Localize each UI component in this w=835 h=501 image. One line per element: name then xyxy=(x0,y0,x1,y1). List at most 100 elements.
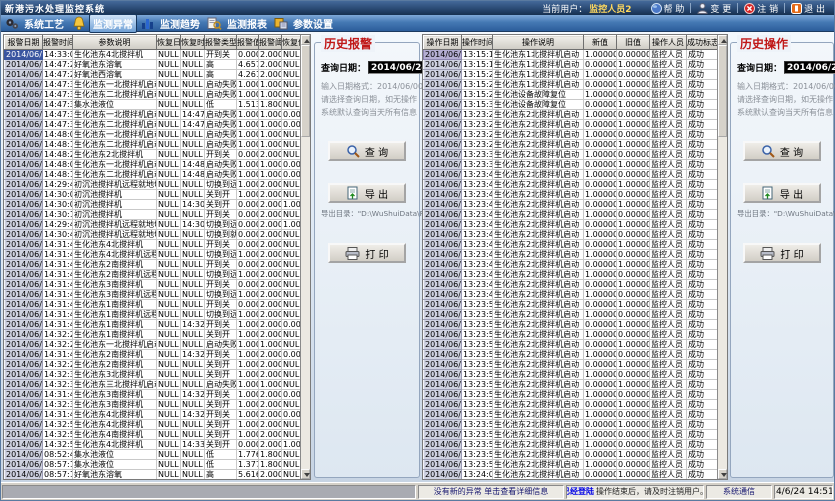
table-row[interactable]: 2014/06/2414:30:48初沉池搅拌机远程就地切换NULLNULL切换… xyxy=(5,230,301,240)
table-row[interactable]: 2014/06/2414:47:29好氧池西溶氧NULLNULL高4.26172… xyxy=(5,70,301,80)
alarm-query-date-input[interactable] xyxy=(368,61,428,74)
menu-item-monitor-trend[interactable]: 监测趋势 xyxy=(141,15,203,32)
table-row[interactable]: 2014/06/2413:23:43生化池东2北搅拌机启动1.0000000.0… xyxy=(424,210,718,220)
table-row[interactable]: 2014/06/2414:30:15初沉池搅拌机NULLNULL开到关0.000… xyxy=(5,210,301,220)
table-row[interactable]: 2014/06/2413:24:00生化池东2北搅拌机启动0.0000001.0… xyxy=(424,470,718,480)
logout-button[interactable]: 注 销 xyxy=(739,2,783,15)
help-button[interactable]: 帮 助 xyxy=(646,2,690,15)
column-header[interactable]: 新值 xyxy=(584,36,617,50)
scrollbar-thumb[interactable] xyxy=(718,45,727,137)
table-row[interactable]: 2014/06/2413:23:44生化池东2北搅拌机启动0.0000001.0… xyxy=(424,260,718,270)
column-header[interactable]: 成功标志 xyxy=(687,36,718,50)
table-row[interactable]: 2014/06/2414:32:38生化池东3南搅拌机NULLNULL关到开1.… xyxy=(5,400,301,410)
table-row[interactable]: 2014/06/2413:23:42生化池东2北搅拌机启动1.0000000.0… xyxy=(424,190,718,200)
table-row[interactable]: 2014/06/2414:47:33生化池东二北搅拌机启动异常NULL14:47… xyxy=(5,120,301,130)
table-row[interactable]: 2014/06/2413:23:55生化池东2北搅拌机启动1.0000000.0… xyxy=(424,370,718,380)
table-row[interactable]: 2014/06/2414:32:30生化池东3北搅拌机NULLNULL关到开1.… xyxy=(5,370,301,380)
column-header[interactable]: 恢复日期 xyxy=(157,36,181,50)
table-row[interactable]: 2014/06/2413:23:52生化池东2北搅拌机启动0.0000001.0… xyxy=(424,300,718,310)
table-row[interactable]: 2014/06/2414:47:28好氧池东溶氧NULLNULL高4.65782… xyxy=(5,60,301,70)
exit-button[interactable]: 退 出 xyxy=(786,2,830,15)
table-row[interactable]: 2014/06/2414:48:15生化池东二北搅拌机启动异常NULLNULL启… xyxy=(5,140,301,150)
table-row[interactable]: 2014/06/2414:47:30生化池东一北搅拌机启动异常NULLNULL启… xyxy=(5,80,301,90)
table-row[interactable]: 2014/06/2413:23:55生化池东2北搅拌机启动0.0000001.0… xyxy=(424,360,718,370)
table-row[interactable]: 2014/06/2414:31:47生化池东1南搅拌机NULL14:32:21开… xyxy=(5,320,301,330)
status-alarm-message[interactable]: 没有新的异常 单击查看详细信息 xyxy=(418,485,564,499)
table-row[interactable]: 2014/06/2413:23:37生化池东2北搅拌机启动0.0000001.0… xyxy=(424,160,718,170)
menu-item-monitor-report[interactable]: 监测报表 xyxy=(207,15,270,32)
table-row[interactable]: 2014/06/2413:23:56生化池东2北搅拌机启动1.0000000.0… xyxy=(424,430,718,440)
column-header[interactable]: 操作日期 xyxy=(424,36,462,50)
table-row[interactable]: 2014/06/2414:29:41初沉池搅拌机远程就地切换NULL14:30:… xyxy=(5,220,301,230)
table-row[interactable]: 2014/06/2414:48:04生化池东一北搅拌机启动异常NULL14:48… xyxy=(5,160,301,170)
table-row[interactable]: 2014/06/2413:23:37生化池东2北搅拌机启动1.0000000.0… xyxy=(424,150,718,160)
table-row[interactable]: 2014/06/2413:23:59生化池东2北搅拌机启动1.0000000.0… xyxy=(424,460,718,470)
table-row[interactable]: 2014/06/2413:23:55生化池东2北搅拌机启动1.0000000.0… xyxy=(424,350,718,360)
operation-print-button[interactable]: 打 印 xyxy=(743,243,821,263)
table-row[interactable]: 2014/06/2413:23:28生化池东2北搅拌机启动0.0000001.0… xyxy=(424,140,718,150)
menu-item-system-process[interactable]: 系统工艺 xyxy=(5,15,67,32)
table-row[interactable]: 2014/06/2414:32:27生化池东一北搅拌机启动异常NULLNULL启… xyxy=(5,340,301,350)
table-row[interactable]: 2014/06/2413:23:44生化池东2北搅拌机启动1.0000000.0… xyxy=(424,270,718,280)
table-row[interactable]: 2014/06/2413:23:55生化池东2北搅拌机启动0.0000001.0… xyxy=(424,340,718,350)
table-row[interactable]: 2014/06/2413:23:40生化池东2北搅拌机启动1.0000000.0… xyxy=(424,170,718,180)
table-row[interactable]: 2014/06/2414:29:41初沉池搅拌机远程就地切换NULLNULL切换… xyxy=(5,180,301,190)
table-row[interactable]: 2014/06/2414:31:45生化池东3南搅拌机NULL14:32:38开… xyxy=(5,390,301,400)
table-row[interactable]: 2014/06/2413:23:43生化池东2北搅拌机启动0.0000001.0… xyxy=(424,200,718,210)
column-header[interactable]: 报警值 xyxy=(237,36,259,50)
operation-export-button[interactable]: 导 出 xyxy=(743,183,821,203)
table-row[interactable]: 2014/06/2414:48:25生化池东2北搅拌机NULLNULL开到关0.… xyxy=(5,150,301,160)
table-row[interactable]: 2014/06/2413:23:44生化池东2北搅拌机启动1.0000000.0… xyxy=(424,230,718,240)
scrollbar-track[interactable] xyxy=(301,137,310,469)
column-header[interactable]: 操作人员 xyxy=(650,36,687,50)
column-header[interactable]: 报警时间 xyxy=(43,36,73,50)
table-row[interactable]: 2014/06/2413:23:45生化池东2北搅拌机启动0.0000001.0… xyxy=(424,280,718,290)
table-row[interactable]: 2014/06/2414:31:45生化池东3南搅拌机NULLNULL开到关0.… xyxy=(5,280,301,290)
table-row[interactable]: 2014/06/2414:30:08初沉池搅拌机NULL14:30:15关到开0… xyxy=(5,200,301,210)
table-row[interactable]: 2014/06/2414:30:08初沉池搅拌机NULLNULL关到开1.000… xyxy=(5,190,301,200)
alarm-print-button[interactable]: 打 印 xyxy=(328,243,406,263)
column-header[interactable]: 报警类型 xyxy=(205,36,237,50)
table-row[interactable]: 2014/06/2414:31:45生化池东2南搅拌机远程就地切换NULLNUL… xyxy=(5,270,301,280)
column-header[interactable]: 恢复值 xyxy=(282,36,301,50)
change-user-button[interactable]: 变 更 xyxy=(692,2,736,15)
table-row[interactable]: 2014/06/2413:23:56生化池东2北搅拌机启动1.0000000.0… xyxy=(424,390,718,400)
column-header[interactable]: 报警日期 xyxy=(5,36,43,50)
table-row[interactable]: 2014/06/2414:31:43生化池东4北搅拌机NULLNULL开到关0.… xyxy=(5,240,301,250)
table-row[interactable]: 2014/06/2414:48:15生化池东二北搅拌机启动异常NULL14:48… xyxy=(5,170,301,180)
column-header[interactable]: 操作说明 xyxy=(493,36,584,50)
table-row[interactable]: 2014/06/2413:23:44生化池东2北搅拌机启动1.0000000.0… xyxy=(424,250,718,260)
table-row[interactable]: 2014/06/2413:23:27生化池东2北搅拌机启动1.0000000.0… xyxy=(424,130,718,140)
table-row[interactable]: 2014/06/2413:23:54生化池东2北搅拌机启动0.0000001.0… xyxy=(424,320,718,330)
table-row[interactable]: 2014/06/2413:23:57生化池东2北搅拌机启动1.0000000.0… xyxy=(424,440,718,450)
operation-table-scrollbar[interactable] xyxy=(717,35,727,479)
table-row[interactable]: 2014/06/2414:31:45生化池东2南搅拌机NULLNULL开到关0.… xyxy=(5,260,301,270)
table-row[interactable]: 2014/06/2414:48:04生化池东一北搅拌机启动异常NULLNULL启… xyxy=(5,130,301,140)
scroll-down-icon[interactable] xyxy=(718,469,727,479)
table-row[interactable]: 2014/06/2413:15:17生化池东1北搅拌机启动0.0000001.0… xyxy=(424,60,718,70)
alarm-export-button[interactable]: 导 出 xyxy=(328,183,406,203)
table-row[interactable]: 2014/06/2413:15:29生化池设备故障复位1.0000000.000… xyxy=(424,90,718,100)
scrollbar-track[interactable] xyxy=(718,137,727,469)
table-row[interactable]: 2014/06/2414:32:28生化池东2南搅拌机NULLNULL关到开1.… xyxy=(5,360,301,370)
table-row[interactable]: 2014/06/2414:31:43生化池东4北搅拌机NULL14:32:55开… xyxy=(5,410,301,420)
table-row[interactable]: 2014/06/2414:31:43生化池东4北搅拌机远程就地切换NULLNUL… xyxy=(5,250,301,260)
table-row[interactable]: 2014/06/2413:23:54生化池东2北搅拌机启动1.0000000.0… xyxy=(424,330,718,340)
alarm-query-button[interactable]: 查 询 xyxy=(328,141,406,161)
scrollbar-thumb[interactable] xyxy=(301,45,310,137)
table-row[interactable]: 2014/06/2413:23:45生化池东2北搅拌机启动1.0000000.0… xyxy=(424,290,718,300)
menu-item-monitor-alarm[interactable]: 监测异常 xyxy=(71,14,137,33)
table-row[interactable]: 2014/06/2414:32:34生化池东三北搅拌机启动异常NULLNULL启… xyxy=(5,380,301,390)
column-header[interactable]: 报警阈值 xyxy=(259,36,282,50)
table-row[interactable]: 2014/06/2413:23:44生化池东2北搅拌机启动0.0000001.0… xyxy=(424,240,718,250)
table-row[interactable]: 2014/06/2414:47:30生化池东二北搅拌机启动异常NULLNULL启… xyxy=(5,90,301,100)
table-row[interactable]: 2014/06/2413:23:53生化池东2北搅拌机启动1.0000000.0… xyxy=(424,310,718,320)
operation-query-date-input[interactable] xyxy=(784,61,835,74)
table-row[interactable]: 2014/06/2413:15:24生化池东1北搅拌机启动0.0000001.0… xyxy=(424,80,718,90)
table-row[interactable]: 2014/06/2413:23:56生化池东2北搅拌机启动0.0000001.0… xyxy=(424,380,718,390)
column-header[interactable]: 恢复时间 xyxy=(181,36,205,50)
alarm-table-scrollbar[interactable] xyxy=(300,35,310,479)
menu-item-parameter-settings[interactable]: 参数设置 xyxy=(274,15,336,32)
operation-query-button[interactable]: 查 询 xyxy=(743,141,821,161)
table-row[interactable]: 2014/06/2408:57:15集水池液位NULLNULL低1.37771.… xyxy=(5,460,301,470)
